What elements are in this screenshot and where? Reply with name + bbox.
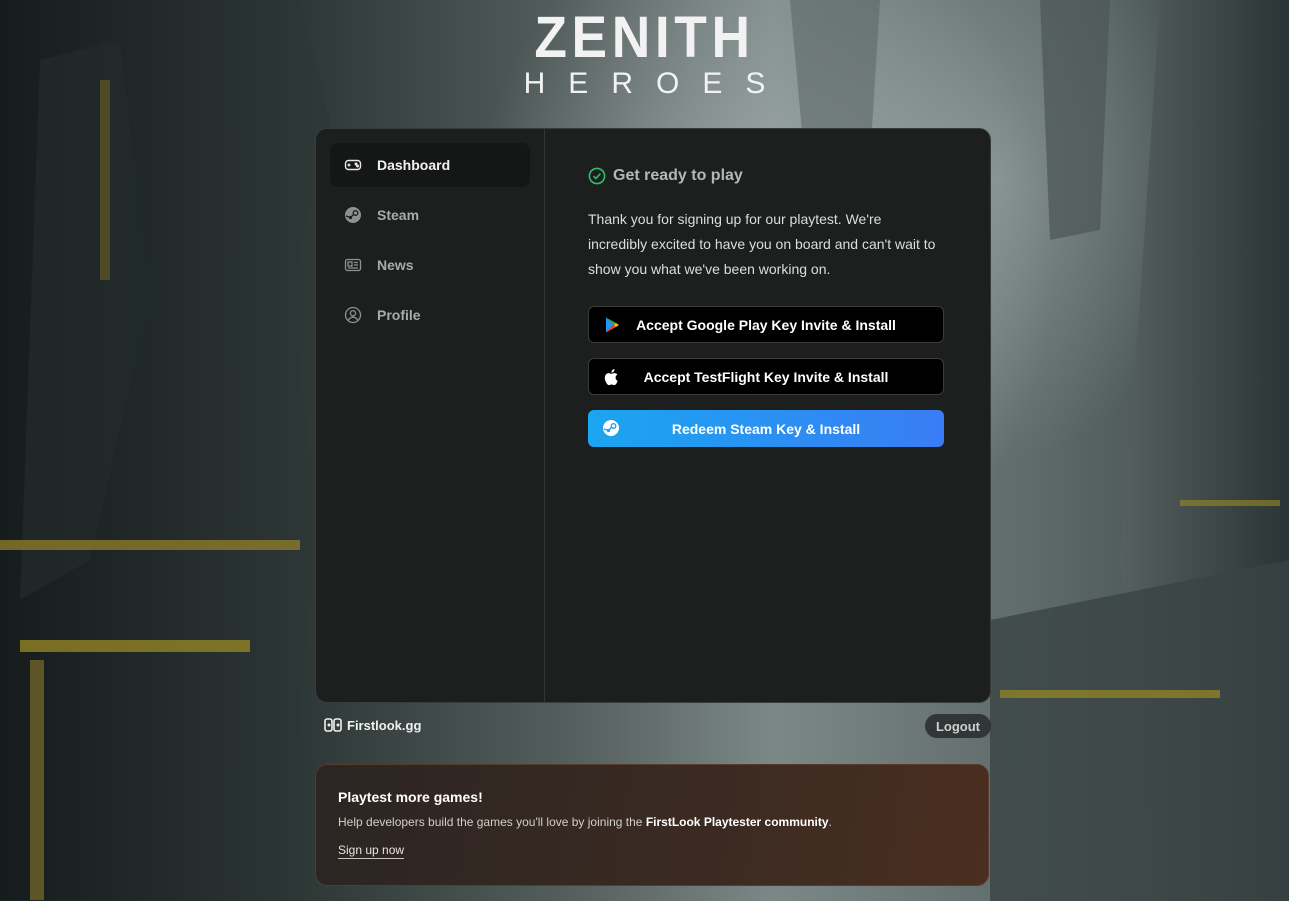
game-logo: ZENITH HEROES (0, 8, 1289, 100)
button-label: Accept TestFlight Key Invite & Install (643, 368, 889, 385)
sidebar: Dashboard Steam News Profile (316, 129, 545, 702)
logo-subtitle: HEROES (523, 67, 789, 100)
firstlook-logo[interactable]: Firstlook.gg (324, 717, 421, 733)
main-content: Get ready to play Thank you for signing … (545, 129, 990, 702)
button-label: Redeem Steam Key & Install (671, 420, 861, 437)
promo-body-prefix: Help developers build the games you'll l… (338, 815, 646, 829)
steam-icon (602, 419, 620, 437)
sign-up-link[interactable]: Sign up now (338, 843, 405, 859)
sidebar-item-label: Profile (377, 307, 421, 323)
intro-text: Thank you for signing up for our playtes… (588, 211, 936, 277)
steam-icon (344, 206, 362, 224)
logo-title: ZENITH (534, 5, 755, 70)
firstlook-logo-text: Firstlook.gg (347, 717, 422, 733)
sidebar-item-profile[interactable]: Profile (330, 293, 530, 337)
logout-button[interactable]: Logout (924, 714, 991, 738)
gamepad-icon (344, 156, 362, 174)
panel-footer: Firstlook.gg Logout (315, 714, 991, 738)
google-play-icon (603, 316, 621, 334)
promo-body: Help developers build the games you'll l… (338, 815, 966, 829)
check-circle-icon (588, 167, 606, 185)
ready-heading-text: Get ready to play (613, 167, 743, 184)
promo-card: Playtest more games! Help developers bui… (315, 764, 989, 886)
promo-body-bold: FirstLook Playtester community (645, 815, 829, 829)
google-play-install-button[interactable]: Accept Google Play Key Invite & Install (588, 306, 944, 343)
sidebar-item-steam[interactable]: Steam (330, 193, 530, 237)
testflight-install-button[interactable]: Accept TestFlight Key Invite & Install (588, 358, 944, 395)
sidebar-item-label: Dashboard (377, 157, 451, 173)
firstlook-icon (324, 717, 342, 733)
sidebar-item-news[interactable]: News (330, 243, 530, 287)
sidebar-item-label: Steam (377, 207, 420, 223)
apple-icon (603, 368, 621, 386)
user-circle-icon (344, 306, 362, 324)
ready-heading: Get ready to play (588, 167, 947, 185)
sidebar-item-dashboard[interactable]: Dashboard (330, 143, 530, 187)
sidebar-item-label: News (377, 257, 414, 273)
news-icon (344, 256, 362, 274)
promo-body-suffix: . (828, 815, 832, 829)
dashboard-panel: Dashboard Steam News Profile Get ready t… (315, 128, 991, 703)
button-label: Accept Google Play Key Invite & Install (636, 316, 896, 333)
steam-redeem-button[interactable]: Redeem Steam Key & Install (588, 410, 944, 447)
promo-title: Playtest more games! (338, 789, 483, 805)
